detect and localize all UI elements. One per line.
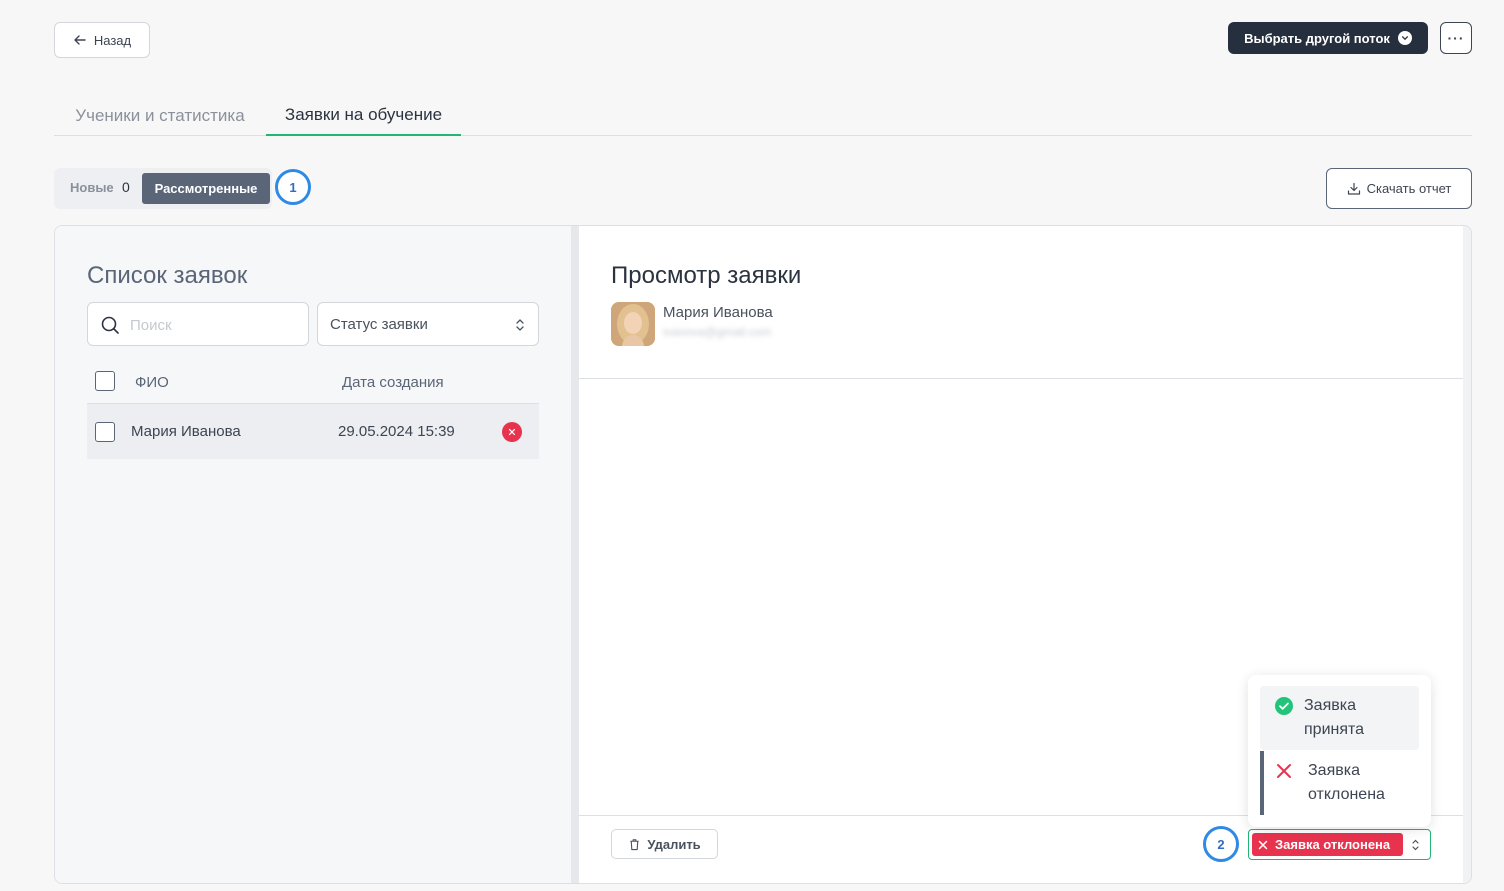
search-icon xyxy=(101,316,119,334)
rejected-status-icon xyxy=(502,422,522,442)
download-report-button[interactable]: Скачать отчет xyxy=(1326,168,1472,209)
tab-students-stats[interactable]: Ученики и статистика xyxy=(54,96,266,135)
select-all-checkbox[interactable] xyxy=(95,371,115,391)
status-option-rejected-label: Заявка отклонена xyxy=(1308,762,1385,803)
applicant-name: Мария Иванова xyxy=(663,304,773,321)
request-view-title: Просмотр заявки xyxy=(611,262,802,289)
filter-reviewed[interactable]: Рассмотренные xyxy=(142,173,270,204)
avatar xyxy=(611,302,655,346)
divider xyxy=(579,378,1463,379)
close-icon xyxy=(1258,840,1268,849)
check-circle-icon xyxy=(1275,697,1293,715)
row-date: 29.05.2024 15:39 xyxy=(338,423,455,440)
status-dropdown-menu: Заявка принята Заявка отклонена xyxy=(1248,675,1431,827)
trash-icon xyxy=(630,838,639,850)
search-input[interactable] xyxy=(130,314,300,336)
request-list-title: Список заявок xyxy=(87,262,248,289)
search-box xyxy=(87,302,309,346)
annotation-badge-2: 2 xyxy=(1203,826,1239,862)
row-checkbox[interactable] xyxy=(95,422,115,442)
applicant-email: ivanova@gmail.com xyxy=(663,325,772,339)
status-badge-label: Заявка отклонена xyxy=(1275,837,1391,852)
close-icon xyxy=(1277,764,1291,778)
download-icon xyxy=(1347,182,1360,195)
pane-divider[interactable] xyxy=(571,226,579,883)
tab-training-requests[interactable]: Заявки на обучение xyxy=(266,96,461,136)
delete-label: Удалить xyxy=(647,836,701,852)
more-options-button[interactable]: ··· xyxy=(1440,22,1472,54)
status-filter-select[interactable]: Статус заявки xyxy=(317,302,539,346)
back-button[interactable]: Назад xyxy=(54,22,150,58)
chevron-updown-icon xyxy=(1412,839,1419,851)
table-row[interactable]: Мария Иванова 29.05.2024 15:39 xyxy=(87,403,539,459)
status-option-rejected[interactable]: Заявка отклонена xyxy=(1260,751,1419,815)
filter-new-count: 0 xyxy=(122,179,130,195)
choose-stream-button[interactable]: Выбрать другой поток xyxy=(1228,22,1428,54)
chevron-updown-icon xyxy=(516,319,524,331)
back-label: Назад xyxy=(93,32,132,48)
chevron-down-icon xyxy=(1397,31,1412,45)
annotation-badge-1: 1 xyxy=(275,169,311,205)
column-header-date: Дата создания xyxy=(342,374,444,391)
column-header-name: ФИО xyxy=(135,374,169,391)
scrollbar-track[interactable] xyxy=(1463,226,1471,883)
status-badge: Заявка отклонена xyxy=(1252,833,1403,856)
arrow-left-icon xyxy=(74,35,86,45)
filter-new[interactable]: Новые xyxy=(70,180,114,195)
more-options-icon: ··· xyxy=(1447,30,1465,46)
delete-button[interactable]: Удалить xyxy=(611,829,718,859)
status-option-accepted-label: Заявка принята xyxy=(1304,697,1365,738)
choose-stream-label: Выбрать другой поток xyxy=(1244,30,1390,46)
status-filter-label: Статус заявки xyxy=(330,315,428,333)
request-status-select[interactable]: Заявка отклонена xyxy=(1248,829,1431,860)
tabs-bar: Ученики и статистика Заявки на обучение xyxy=(54,96,1472,136)
request-filter-segment: Новые 0 Рассмотренные xyxy=(54,168,272,209)
row-name: Мария Иванова xyxy=(131,423,241,440)
request-list-pane: Список заявок Статус заявки ФИО Дата соз… xyxy=(55,226,571,883)
download-report-label: Скачать отчет xyxy=(1366,181,1452,196)
status-option-accepted[interactable]: Заявка принята xyxy=(1260,686,1419,750)
